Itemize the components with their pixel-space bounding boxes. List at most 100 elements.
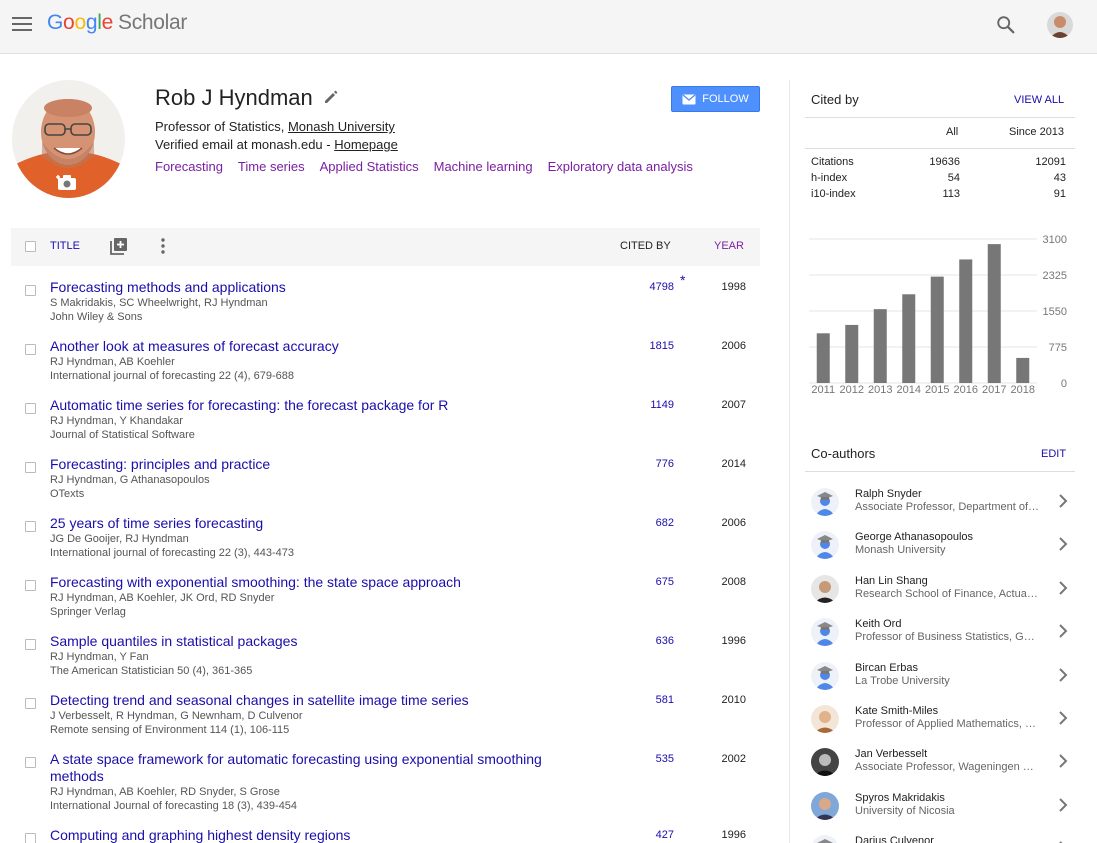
- view-all-link[interactable]: VIEW ALL: [1014, 94, 1064, 106]
- coauthor-affiliation: Monash University: [855, 544, 946, 557]
- google-scholar-logo[interactable]: Google Scholar: [47, 11, 187, 35]
- cited-by-count[interactable]: 1815: [611, 340, 674, 352]
- merged-citation-star[interactable]: *: [680, 272, 685, 288]
- chart-bar[interactable]: [873, 309, 887, 383]
- cited-by-count[interactable]: 682: [611, 517, 674, 529]
- article-title[interactable]: Forecasting: principles and practice: [50, 456, 580, 473]
- chevron-right-icon[interactable]: [1058, 667, 1068, 682]
- account-avatar[interactable]: [1047, 12, 1073, 38]
- coauthor-name: Ralph Snyder: [855, 488, 922, 500]
- profile-name: Rob J Hyndman: [155, 85, 313, 110]
- interest-link[interactable]: Machine learning: [434, 159, 533, 174]
- cited-by-count[interactable]: 581: [611, 694, 674, 706]
- coauthor-item[interactable]: Jan Verbesselt Associate Professor, Wagen…: [811, 748, 1075, 788]
- cited-by-count[interactable]: 1149: [611, 399, 674, 411]
- homepage-link[interactable]: Homepage: [334, 137, 398, 152]
- sort-by-year[interactable]: YEAR: [714, 240, 744, 252]
- chevron-right-icon[interactable]: [1058, 581, 1068, 595]
- select-all-checkbox[interactable]: [25, 241, 36, 252]
- article-title[interactable]: Forecasting with exponential smoothing: …: [50, 574, 580, 591]
- article-title[interactable]: Automatic time series for forecasting: t…: [50, 397, 580, 414]
- more-options-icon[interactable]: [158, 237, 168, 255]
- chart-bar[interactable]: [959, 259, 973, 383]
- sort-by-title[interactable]: TITLE: [50, 240, 80, 252]
- chevron-right-icon[interactable]: [1058, 537, 1068, 552]
- chart-bar[interactable]: [987, 244, 1001, 383]
- cited-by-count[interactable]: 776: [611, 458, 674, 470]
- interest-link[interactable]: Exploratory data analysis: [548, 159, 693, 174]
- article-title[interactable]: Another look at measures of forecast acc…: [50, 338, 580, 355]
- cited-by-count[interactable]: 535: [611, 753, 674, 765]
- article-checkbox[interactable]: [25, 403, 36, 414]
- coauthor-affiliation: Associate Professor, Department of Econo…: [855, 501, 1040, 513]
- chart-bar[interactable]: [845, 324, 859, 383]
- article-checkbox[interactable]: [25, 285, 36, 296]
- coauthor-item[interactable]: Keith Ord Professor of Business Statistic…: [811, 618, 1075, 658]
- article-title[interactable]: 25 years of time series forecasting: [50, 515, 580, 532]
- chevron-right-icon[interactable]: [1058, 711, 1068, 725]
- search-icon[interactable]: [995, 14, 1017, 36]
- coauthor-item[interactable]: Ralph Snyder Associate Professor, Departm…: [811, 488, 1075, 528]
- coauthor-item[interactable]: Bircan Erbas La Trobe University: [811, 661, 1075, 702]
- chevron-right-icon[interactable]: [1058, 494, 1068, 508]
- interest-link[interactable]: Time series: [238, 159, 305, 174]
- article-checkbox[interactable]: [25, 580, 36, 591]
- cited-by-count[interactable]: 427: [611, 829, 674, 841]
- article-checkbox[interactable]: [25, 639, 36, 650]
- article-checkbox[interactable]: [25, 344, 36, 355]
- coauthor-item[interactable]: George Athanasopoulos Monash University: [811, 531, 1075, 571]
- article-year: 2006: [721, 340, 746, 352]
- stats-col-since: Since 2013: [1009, 126, 1065, 138]
- coauthor-name: Bircan Erbas: [855, 661, 918, 674]
- sort-by-cited[interactable]: CITED BY: [620, 240, 671, 252]
- interest-link[interactable]: Applied Statistics: [320, 159, 419, 174]
- menu-icon[interactable]: [12, 17, 32, 31]
- article-checkbox[interactable]: [25, 698, 36, 709]
- chart-bar[interactable]: [930, 276, 944, 383]
- y-tick-label: 3100: [1043, 234, 1067, 246]
- coauthor-affiliation: University of Nicosia: [855, 804, 955, 817]
- affiliation-link[interactable]: Monash University: [288, 119, 395, 134]
- stat-label: Citations: [811, 156, 854, 168]
- coauthor-avatar: [811, 574, 839, 603]
- cited-by-count[interactable]: 636: [611, 635, 674, 647]
- chart-bar[interactable]: [1016, 357, 1030, 383]
- coauthor-affiliation: Professor of Applied Mathematics, Univer…: [855, 718, 1040, 730]
- chevron-right-icon[interactable]: [1058, 754, 1068, 769]
- chart-bar[interactable]: [816, 333, 830, 383]
- article-title[interactable]: Detecting trend and seasonal changes in …: [50, 692, 580, 709]
- interest-link[interactable]: Forecasting: [155, 159, 223, 174]
- article-title[interactable]: A state space framework for automatic fo…: [50, 751, 580, 785]
- y-tick-label: 0: [1061, 378, 1067, 390]
- article-checkbox[interactable]: [25, 833, 36, 843]
- coauthor-item[interactable]: Spyros Makridakis University of Nicosia: [811, 791, 1075, 832]
- top-app-bar: Google Scholar: [0, 0, 1097, 54]
- research-interests: Forecasting Time series Applied Statisti…: [155, 159, 693, 174]
- coauthor-item[interactable]: Han Lin Shang Research School of Finance,…: [811, 574, 1075, 615]
- article-title[interactable]: Sample quantiles in statistical packages: [50, 633, 580, 650]
- article-checkbox[interactable]: [25, 757, 36, 768]
- article-checkbox[interactable]: [25, 521, 36, 532]
- edit-coauthors-link[interactable]: EDIT: [1041, 448, 1066, 460]
- article-title[interactable]: Forecasting methods and applications: [50, 279, 580, 296]
- article-venue: Springer Verlag: [50, 606, 126, 618]
- x-tick-label: 2017: [982, 384, 1006, 396]
- coauthor-affiliation: Research School of Finance, Actuarial St…: [855, 587, 1040, 600]
- article-title[interactable]: Computing and graphing highest density r…: [50, 827, 580, 843]
- change-photo-camera-icon[interactable]: [56, 172, 78, 192]
- column-divider: [789, 80, 790, 843]
- follow-button[interactable]: FOLLOW: [671, 86, 760, 112]
- chart-bar[interactable]: [902, 294, 916, 383]
- add-to-library-icon[interactable]: [110, 237, 128, 255]
- article-year: 2006: [721, 517, 746, 529]
- coauthor-item[interactable]: Kate Smith-Miles Professor of Applied Mat…: [811, 705, 1075, 745]
- cited-by-count[interactable]: 4798: [611, 281, 674, 293]
- coauthor-item[interactable]: Darius Culvenor: [811, 835, 1075, 843]
- article-authors: RJ Hyndman, G Athanasopoulos: [50, 474, 210, 486]
- chevron-right-icon[interactable]: [1058, 798, 1068, 812]
- article-checkbox[interactable]: [25, 462, 36, 473]
- edit-pencil-icon[interactable]: [323, 89, 339, 105]
- chevron-right-icon[interactable]: [1058, 624, 1068, 638]
- cited-by-count[interactable]: 675: [611, 576, 674, 588]
- citations-per-year-chart: 3100 2325 1550 775 0 2011 2012 2013 2014 2015 2016…: [809, 234, 1067, 396]
